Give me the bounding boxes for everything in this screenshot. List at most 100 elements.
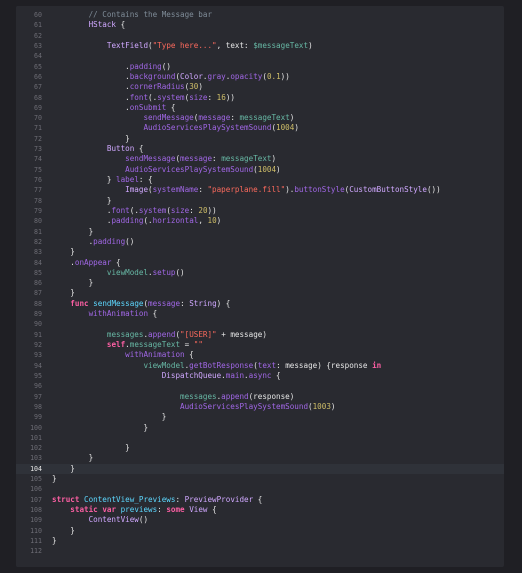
code-line[interactable]: 66 .background(Color.gray.opacity(0.1)) bbox=[16, 72, 504, 82]
code-line[interactable]: 108 static var previews: some View { bbox=[16, 505, 504, 515]
code-line[interactable]: 83 } bbox=[16, 247, 504, 257]
code-line[interactable]: 62 bbox=[16, 31, 504, 41]
code-line[interactable]: 69 .onSubmit { bbox=[16, 103, 504, 113]
line-source: .padding() bbox=[52, 236, 135, 247]
code-token: in bbox=[372, 360, 382, 370]
line-number: 90 bbox=[34, 320, 42, 329]
line-number: 73 bbox=[34, 145, 42, 154]
code-line[interactable]: 96 bbox=[16, 381, 504, 391]
line-source: // Contains the Message bar bbox=[52, 10, 212, 20]
code-line[interactable]: 100 } bbox=[16, 423, 504, 433]
code-token: system bbox=[157, 92, 185, 102]
code-line[interactable]: 67 .cornerRadius(30) bbox=[16, 82, 504, 92]
code-line[interactable]: 80 .padding(.horizontal, 10) bbox=[16, 216, 504, 226]
line-number: 98 bbox=[34, 402, 42, 411]
line-source: sendMessage(message: messageText) bbox=[52, 113, 294, 123]
code-token: size bbox=[189, 92, 208, 102]
code-line[interactable]: 64 bbox=[16, 51, 504, 61]
code-line[interactable]: 101 bbox=[16, 433, 504, 443]
code-line[interactable]: 88 func sendMessage(message: String) { bbox=[16, 299, 504, 309]
code-token: , text: bbox=[216, 40, 254, 50]
code-editor[interactable]: 60 // Contains the Message bar 61 HStack … bbox=[16, 6, 504, 567]
code-line[interactable]: 71 AudioServicesPlaySystemSound(1004) bbox=[16, 123, 504, 133]
code-line[interactable]: 68 .font(.system(size: 16)) bbox=[16, 93, 504, 103]
line-number: 82 bbox=[34, 237, 42, 246]
code-line[interactable]: 98 AudioServicesPlaySystemSound(1003) bbox=[16, 402, 504, 412]
code-line[interactable]: 109 ContentView() bbox=[16, 515, 504, 525]
code-line[interactable]: 102 } bbox=[16, 443, 504, 453]
code-line[interactable]: 97 messages.append(response) bbox=[16, 392, 504, 402]
code-line[interactable]: 65 .padding() bbox=[16, 62, 504, 72]
code-area[interactable]: 60 // Contains the Message bar 61 HStack … bbox=[16, 10, 504, 557]
code-token: View bbox=[189, 505, 208, 514]
code-token: } bbox=[125, 133, 130, 143]
code-line[interactable]: 107 struct ContentView_Previews: PreviewP… bbox=[16, 495, 504, 505]
line-source: .onAppear { bbox=[52, 258, 120, 268]
code-token: previews bbox=[120, 505, 158, 514]
code-line[interactable]: 92 self.messageText = "" bbox=[16, 340, 504, 350]
code-line[interactable]: 81 } bbox=[16, 227, 504, 237]
code-line[interactable]: 87 } bbox=[16, 288, 504, 298]
code-line[interactable]: 104 } bbox=[16, 463, 504, 475]
line-source: } bbox=[52, 288, 75, 298]
code-line[interactable]: 106 bbox=[16, 484, 504, 494]
code-line[interactable]: 73 Button { bbox=[16, 144, 504, 154]
code-line[interactable]: 77 Image(systemName: "paperplane.fill").… bbox=[16, 185, 504, 195]
line-source: } bbox=[52, 443, 130, 453]
code-line[interactable]: 103 } bbox=[16, 453, 504, 463]
line-source: } bbox=[52, 453, 94, 463]
code-line[interactable]: 99 } bbox=[16, 412, 504, 422]
code-line[interactable]: 85 viewModel.setup() bbox=[16, 268, 504, 278]
code-token: horizontal bbox=[152, 216, 199, 226]
code-token: struct bbox=[52, 494, 80, 504]
code-line[interactable]: 74 sendMessage(message: messageText) bbox=[16, 154, 504, 164]
code-token: $messageText bbox=[253, 40, 309, 50]
code-line[interactable]: 86 } bbox=[16, 278, 504, 288]
code-line[interactable]: 84 .onAppear { bbox=[16, 258, 504, 268]
code-line[interactable]: 82 .padding() bbox=[16, 237, 504, 247]
code-line[interactable]: 95 DispatchQueue.main.async { bbox=[16, 371, 504, 381]
code-token: )) bbox=[207, 205, 217, 215]
line-source: self.messageText = "" bbox=[52, 340, 203, 350]
code-line[interactable]: 94 viewModel.getBotResponse(text: messag… bbox=[16, 361, 504, 371]
line-number: 83 bbox=[34, 248, 42, 257]
code-line[interactable]: 111} bbox=[16, 536, 504, 546]
code-line[interactable]: 76 } label: { bbox=[16, 175, 504, 185]
code-token: onSubmit bbox=[129, 102, 167, 112]
line-number: 107 bbox=[30, 495, 42, 504]
code-token: { bbox=[134, 144, 144, 154]
line-number: 62 bbox=[34, 31, 42, 40]
code-line[interactable]: 60 // Contains the Message bar bbox=[16, 10, 504, 20]
code-line[interactable]: 91 messages.append("[USER]" + message) bbox=[16, 330, 504, 340]
code-line[interactable]: 93 withAnimation { bbox=[16, 350, 504, 360]
code-line[interactable]: 72 } bbox=[16, 134, 504, 144]
code-token: { bbox=[166, 102, 176, 112]
code-line[interactable]: 105} bbox=[16, 474, 504, 484]
line-number: 91 bbox=[34, 330, 42, 339]
code-line[interactable]: 112 bbox=[16, 546, 504, 556]
code-line[interactable]: 75 AudioServicesPlaySystemSound(1004) bbox=[16, 165, 504, 175]
code-line[interactable]: 61 HStack { bbox=[16, 20, 504, 30]
code-line[interactable]: 78 } bbox=[16, 196, 504, 206]
code-line[interactable]: 89 withAnimation { bbox=[16, 309, 504, 319]
line-source: viewModel.setup() bbox=[52, 268, 185, 278]
code-line[interactable]: 79 .font(.system(size: 20)) bbox=[16, 206, 504, 216]
code-line[interactable]: 70 sendMessage(message: messageText) bbox=[16, 113, 504, 123]
code-line[interactable]: 90 bbox=[16, 319, 504, 329]
code-token: size bbox=[170, 205, 190, 215]
line-number: 81 bbox=[34, 227, 42, 236]
code-token: () bbox=[125, 236, 135, 246]
code-token: "" bbox=[193, 340, 203, 349]
line-number: 60 bbox=[34, 11, 42, 19]
code-line[interactable]: 110 } bbox=[16, 526, 504, 536]
line-number: 75 bbox=[34, 165, 42, 174]
code-line[interactable]: 63 TextField("Type here...", text: $mess… bbox=[16, 41, 504, 51]
